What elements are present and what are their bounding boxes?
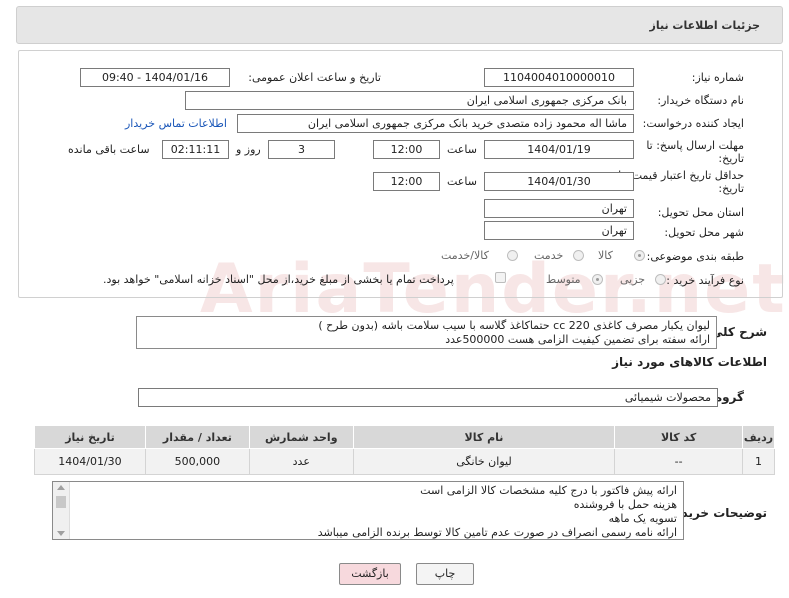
category-radio-goods[interactable] xyxy=(634,250,645,261)
need-number-label: شماره نیاز: xyxy=(691,71,744,84)
summary-line-1: لیوان یکبار مصرف کاغذی cc 220 حتماکاغذ گ… xyxy=(318,319,710,332)
announce-field: 1404/01/16 - 09:40 xyxy=(80,68,230,87)
col-date: تاریخ نیاز xyxy=(34,425,146,449)
validity-label-date: تاریخ: xyxy=(718,182,744,195)
city-field: تهران xyxy=(484,221,634,240)
print-button[interactable]: چاپ xyxy=(416,563,474,585)
validity-time-label: ساعت xyxy=(447,175,477,188)
col-code: کد کالا xyxy=(614,425,744,449)
category-option-both: کالا/خدمت xyxy=(441,249,489,262)
validity-label: حداقل تاریخ اعتبار قیمت: تا xyxy=(618,169,744,182)
buyer-notes-textarea[interactable]: ارائه پیش فاکتور با درج کلیه مشخصات کالا… xyxy=(52,481,684,540)
payment-note: پرداخت تمام یا بخشی از مبلغ خرید،از محل … xyxy=(103,273,454,286)
scroll-down-arrow-icon[interactable] xyxy=(57,531,65,536)
cell-code: -- xyxy=(614,448,744,475)
creator-label: ایجاد کننده درخواست: xyxy=(642,117,744,130)
category-radio-both[interactable] xyxy=(507,250,518,261)
days-label: روز و xyxy=(236,143,261,156)
deadline-label: مهلت ارسال پاسخ: تا xyxy=(646,139,744,152)
cell-name: لیوان خانگی xyxy=(352,448,616,475)
province-field: تهران xyxy=(484,199,634,218)
remaining-label: ساعت باقی مانده xyxy=(68,143,150,156)
process-option-medium: متوسط xyxy=(546,273,581,286)
process-radio-medium[interactable] xyxy=(592,274,603,285)
col-qty: تعداد / مقدار xyxy=(144,425,250,449)
scrollbar-thumb[interactable] xyxy=(56,496,66,508)
scroll-up-arrow-icon[interactable] xyxy=(57,485,65,490)
table-row: 1 -- لیوان خانگی عدد 500,000 1404/01/30 xyxy=(34,448,775,475)
city-label: شهر محل تحویل: xyxy=(664,226,744,239)
cell-date: 1404/01/30 xyxy=(34,448,146,475)
cell-row: 1 xyxy=(742,448,775,475)
announce-label: تاریخ و ساعت اعلان عمومی: xyxy=(248,71,381,84)
category-label: طبقه بندی موضوعی: xyxy=(646,250,744,263)
deadline-label-date: تاریخ: xyxy=(718,152,744,165)
col-unit: واحد شمارش xyxy=(248,425,354,449)
process-label: نوع فرآیند خرید : xyxy=(666,274,744,287)
validity-date-field: 1404/01/30 xyxy=(484,172,634,191)
creator-field: ماشا اله محمود زاده متصدی خرید بانک مرکز… xyxy=(237,114,634,133)
validity-time-field: 12:00 xyxy=(373,172,440,191)
note-line-3: تسویه یک ماهه xyxy=(608,512,677,525)
page-title: جزئیات اطلاعات نیاز xyxy=(649,19,761,32)
buyer-field: بانک مرکزی جمهوری اسلامی ایران xyxy=(185,91,634,110)
page-header: جزئیات اطلاعات نیاز xyxy=(16,6,783,44)
goods-table: ردیف کد کالا نام کالا واحد شمارش تعداد /… xyxy=(34,425,775,475)
cell-unit: عدد xyxy=(248,448,354,475)
buyer-contact-link[interactable]: اطلاعات تماس خریدار xyxy=(125,117,227,130)
back-button[interactable]: بازگشت xyxy=(339,563,401,585)
category-option-service: خدمت xyxy=(534,249,564,262)
payment-checkbox[interactable] xyxy=(495,272,506,283)
cell-qty: 500,000 xyxy=(144,448,250,475)
summary-line-2: ارائه سفته برای تضمین کیفیت الزامی هست 5… xyxy=(445,333,710,346)
province-label: استان محل تحویل: xyxy=(657,206,744,219)
buyer-label: نام دستگاه خریدار: xyxy=(657,94,744,107)
note-line-4: ارائه نامه رسمی انصراف در صورت عدم تامین… xyxy=(317,526,677,539)
remaining-time-field: 02:11:11 xyxy=(162,140,229,159)
note-line-2: هزینه حمل با فروشنده xyxy=(573,498,677,511)
goods-section-title: اطلاعات کالاهای مورد نیاز xyxy=(612,355,767,369)
process-option-minor: جزیی xyxy=(620,273,646,286)
buyer-notes-scrollbar[interactable] xyxy=(53,482,70,539)
col-row: ردیف xyxy=(742,425,775,449)
deadline-time-field: 12:00 xyxy=(373,140,440,159)
need-number-field: 1104004010000010 xyxy=(484,68,634,87)
goods-table-header: ردیف کد کالا نام کالا واحد شمارش تعداد /… xyxy=(34,425,775,449)
note-line-1: ارائه پیش فاکتور با درج کلیه مشخصات کالا… xyxy=(420,484,677,497)
category-option-goods: کالا xyxy=(598,249,613,262)
process-radio-minor[interactable] xyxy=(655,274,666,285)
deadline-time-label: ساعت xyxy=(447,143,477,156)
goods-group-field: محصولات شیمیائی xyxy=(138,388,718,407)
deadline-date-field: 1404/01/19 xyxy=(484,140,634,159)
days-field: 3 xyxy=(268,140,335,159)
summary-textarea[interactable]: لیوان یکبار مصرف کاغذی cc 220 حتماکاغذ گ… xyxy=(136,316,717,349)
category-radio-service[interactable] xyxy=(573,250,584,261)
col-name: نام کالا xyxy=(352,425,616,449)
